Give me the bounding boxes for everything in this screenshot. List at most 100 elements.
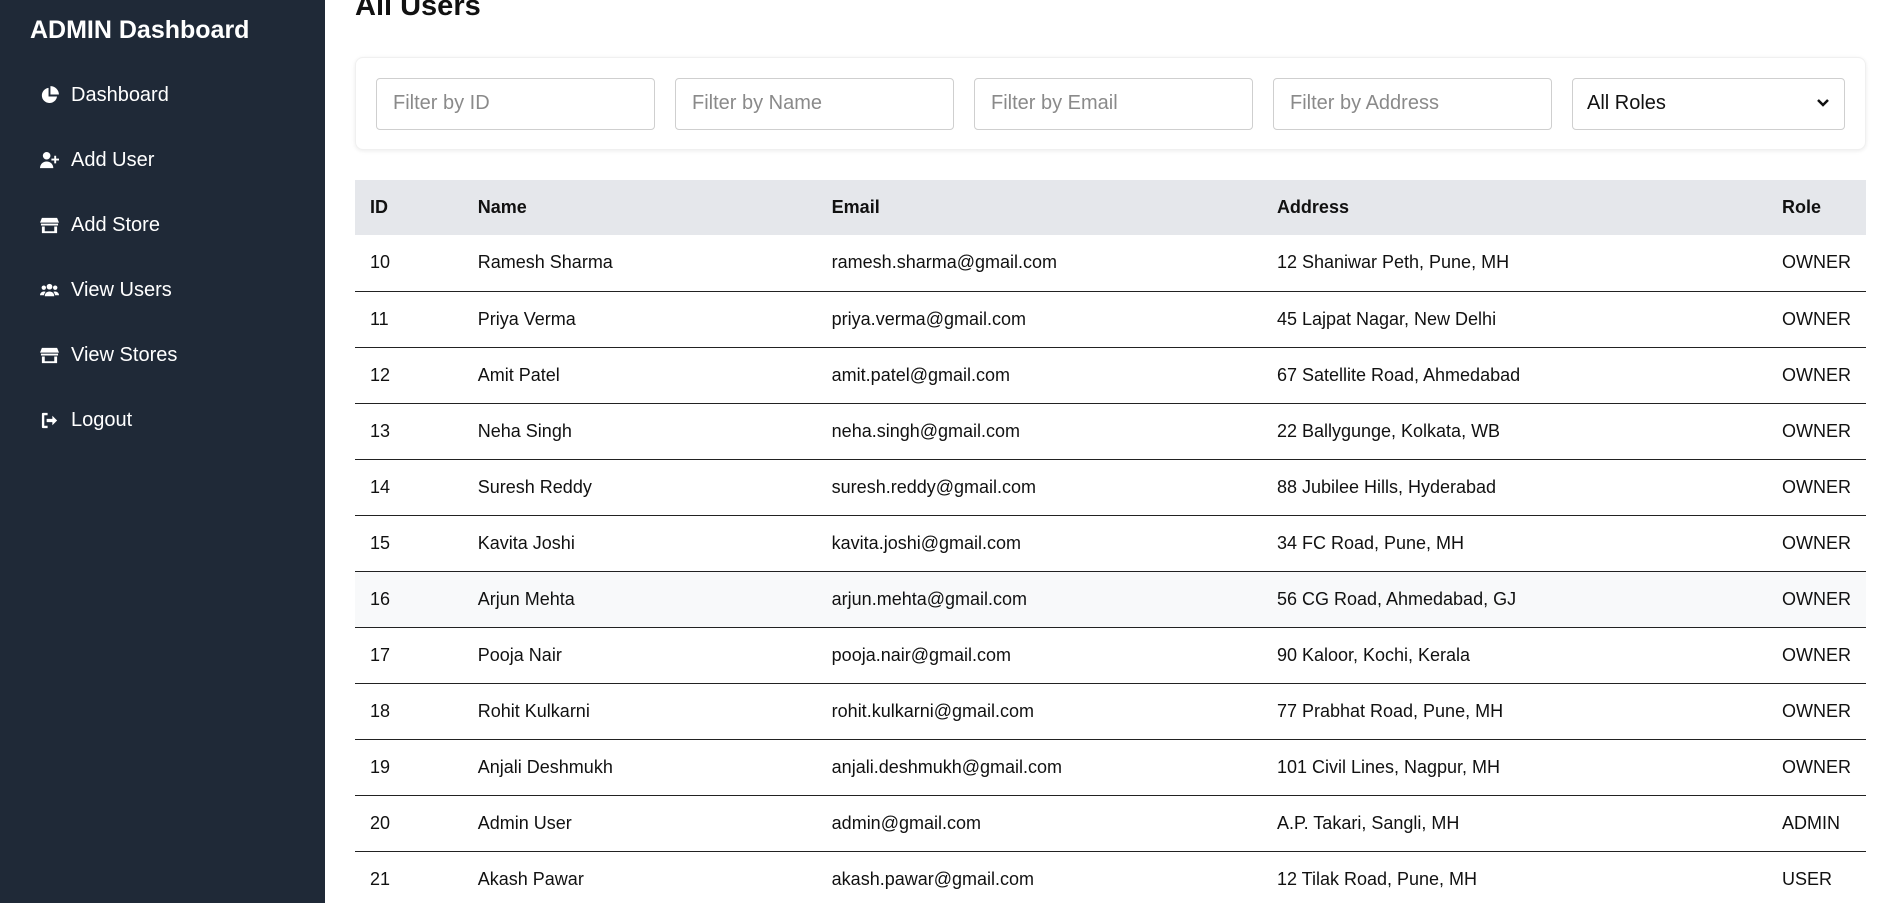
sidebar-item-label: Add User — [71, 149, 155, 171]
sidebar-item-label: Add Store — [71, 214, 160, 236]
cell-name: Kavita Joshi — [477, 532, 575, 553]
cell-email: priya.verma@gmail.com — [831, 308, 1026, 329]
cell-id: 15 — [370, 532, 391, 553]
sidebar-item-add-user[interactable]: Add User — [0, 128, 325, 193]
cell-id: 11 — [370, 308, 389, 329]
cell-id: 17 — [370, 644, 391, 665]
filter-id-input[interactable] — [376, 77, 655, 130]
sign-out-icon — [39, 411, 59, 431]
cell-address: 77 Prabhat Road, Pune, MH — [1276, 700, 1504, 721]
sidebar-item-label: Dashboard — [71, 84, 169, 106]
sidebar-item-logout[interactable]: Logout — [0, 388, 325, 453]
cell-id: 10 — [370, 252, 391, 273]
sidebar-nav: Dashboard Add User Add Store View Users — [0, 63, 325, 453]
cell-role: OWNER — [1782, 588, 1851, 609]
cell-address: 34 FC Road, Pune, MH — [1276, 532, 1465, 553]
cell-address: 101 Civil Lines, Nagpur, MH — [1276, 756, 1501, 777]
cell-email: akash.pawar@gmail.com — [831, 868, 1035, 889]
cell-role: OWNER — [1782, 532, 1851, 553]
cell-address: 67 Satellite Road, Ahmedabad — [1276, 364, 1521, 385]
cell-id: 14 — [370, 476, 391, 497]
sidebar-item-label: View Stores — [71, 344, 178, 366]
column-header-address[interactable]: Address — [1262, 180, 1767, 235]
cell-address: 22 Ballygunge, Kolkata, WB — [1276, 420, 1501, 441]
filter-name-input[interactable] — [675, 77, 954, 130]
sidebar-item-label: Logout — [71, 409, 133, 431]
table-row[interactable]: 15 Kavita Joshi kavita.joshi@gmail.com 34 F… — [355, 515, 1866, 571]
table-row[interactable]: 17 Pooja Nair pooja.nair@gmail.com 90 Kaloo… — [355, 627, 1866, 683]
cell-email: amit.patel@gmail.com — [831, 364, 1011, 385]
sidebar: ADMIN Dashboard Dashboard Add User Add S… — [0, 0, 325, 903]
pie-chart-icon — [39, 86, 59, 106]
cell-address: 88 Jubilee Hills, Hyderabad — [1276, 476, 1497, 497]
table-row[interactable]: 21 Akash Pawar akash.pawar@gmail.com 12 Til… — [355, 851, 1866, 903]
sidebar-item-label: View Users — [71, 279, 172, 301]
table-row[interactable]: 16 Arjun Mehta arjun.mehta@gmail.com 56 CG … — [355, 571, 1866, 627]
filter-bar: All Roles — [355, 57, 1866, 150]
users-table: ID Name Email Address Role 10 Ramesh Shar… — [355, 180, 1866, 903]
table-row[interactable]: 14 Suresh Reddy suresh.reddy@gmail.com 88 J… — [355, 459, 1866, 515]
store-icon — [39, 346, 59, 366]
cell-role: OWNER — [1782, 308, 1851, 329]
cell-name: Admin User — [477, 812, 572, 833]
cell-id: 18 — [370, 700, 391, 721]
cell-name: Neha Singh — [477, 420, 572, 441]
cell-email: ramesh.sharma@gmail.com — [831, 252, 1058, 273]
cell-id: 21 — [370, 868, 391, 889]
sidebar-item-view-users[interactable]: View Users — [0, 258, 325, 323]
cell-id: 20 — [370, 812, 391, 833]
column-header-role[interactable]: Role — [1767, 180, 1866, 235]
column-header-email[interactable]: Email — [817, 180, 1262, 235]
cell-role: ADMIN — [1782, 812, 1840, 833]
page-title: All Users — [355, 0, 481, 22]
table-body: 10 Ramesh Sharma ramesh.sharma@gmail.com 12… — [355, 235, 1866, 903]
role-select-value: All Roles — [1587, 92, 1666, 114]
cell-address: 12 Tilak Road, Pune, MH — [1276, 868, 1478, 889]
cell-name: Suresh Reddy — [477, 476, 592, 497]
cell-role: OWNER — [1782, 756, 1851, 777]
cell-address: 12 Shaniwar Peth, Pune, MH — [1276, 252, 1510, 273]
table-row[interactable]: 20 Admin User admin@gmail.com A.P. Takari, … — [355, 795, 1866, 851]
cell-id: 16 — [370, 588, 391, 609]
cell-role: OWNER — [1782, 476, 1851, 497]
table-row[interactable]: 19 Anjali Deshmukh anjali.deshmukh@gmail.c… — [355, 739, 1866, 795]
cell-address: 90 Kaloor, Kochi, Kerala — [1276, 644, 1471, 665]
cell-name: Anjali Deshmukh — [477, 756, 613, 777]
cell-id: 19 — [370, 756, 391, 777]
cell-id: 12 — [370, 364, 391, 385]
sidebar-item-dashboard[interactable]: Dashboard — [0, 63, 325, 128]
cell-name: Priya Verma — [477, 308, 576, 329]
cell-address: 56 CG Road, Ahmedabad, GJ — [1276, 588, 1517, 609]
cell-name: Pooja Nair — [477, 644, 562, 665]
cell-name: Ramesh Sharma — [477, 252, 613, 273]
sidebar-item-view-stores[interactable]: View Stores — [0, 323, 325, 388]
filter-email-input[interactable] — [974, 77, 1253, 130]
cell-role: OWNER — [1782, 364, 1851, 385]
cell-email: rohit.kulkarni@gmail.com — [831, 700, 1035, 721]
cell-role: OWNER — [1782, 252, 1851, 273]
cell-email: pooja.nair@gmail.com — [831, 644, 1012, 665]
main-content: All Users All Roles ID Name Email — [325, 0, 1897, 903]
cell-role: OWNER — [1782, 700, 1851, 721]
table-row[interactable]: 12 Amit Patel amit.patel@gmail.com 67 Satel… — [355, 347, 1866, 403]
table-row[interactable]: 11 Priya Verma priya.verma@gmail.com 45 Laj… — [355, 291, 1866, 347]
cell-id: 13 — [370, 420, 391, 441]
cell-name: Akash Pawar — [477, 868, 584, 889]
table-row[interactable]: 10 Ramesh Sharma ramesh.sharma@gmail.com 12… — [355, 235, 1866, 291]
table-row[interactable]: 13 Neha Singh neha.singh@gmail.com 22 Bally… — [355, 403, 1866, 459]
column-header-id[interactable]: ID — [355, 180, 463, 235]
cell-name: Arjun Mehta — [477, 588, 575, 609]
cell-address: A.P. Takari, Sangli, MH — [1276, 812, 1460, 833]
cell-email: arjun.mehta@gmail.com — [831, 588, 1028, 609]
column-header-name[interactable]: Name — [463, 180, 817, 235]
role-filter-select[interactable]: All Roles — [1572, 77, 1845, 130]
cell-name: Rohit Kulkarni — [477, 700, 590, 721]
brand-title: ADMIN Dashboard — [30, 16, 250, 44]
users-icon — [39, 281, 59, 301]
sidebar-item-add-store[interactable]: Add Store — [0, 193, 325, 258]
filter-address-input[interactable] — [1273, 77, 1552, 130]
user-plus-icon — [39, 151, 59, 171]
chevron-down-icon — [1816, 92, 1830, 115]
cell-email: neha.singh@gmail.com — [831, 420, 1021, 441]
table-row[interactable]: 18 Rohit Kulkarni rohit.kulkarni@gmail.com… — [355, 683, 1866, 739]
